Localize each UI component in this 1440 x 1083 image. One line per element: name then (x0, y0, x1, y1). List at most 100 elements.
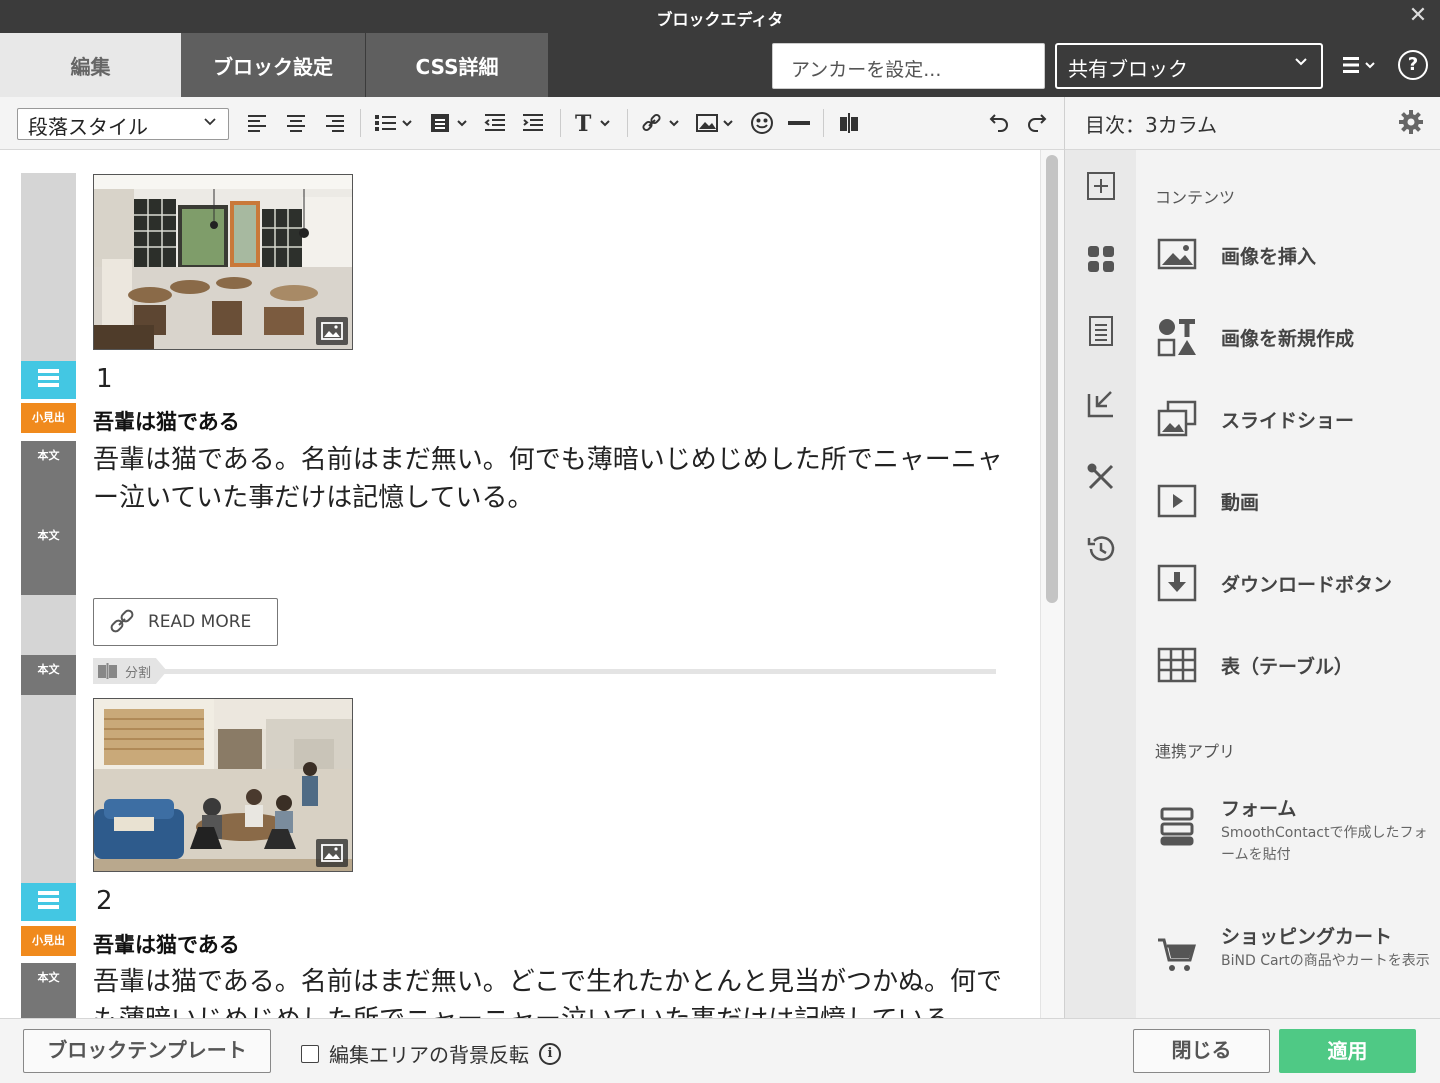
horizontal-rule-icon[interactable] (785, 109, 813, 137)
sidebar-item-form[interactable]: フォーム SmoothContactで作成したフォームを貼付 (1156, 792, 1436, 872)
living-room-photo[interactable] (93, 698, 353, 872)
block-gutter-image[interactable] (21, 695, 76, 883)
link-icon (110, 609, 134, 633)
block-gutter-button[interactable] (21, 595, 76, 655)
tag-honbun: 本文 (37, 449, 60, 462)
block-gutter-list[interactable] (21, 883, 76, 921)
anchor-button[interactable]: アンカーを設定... (772, 43, 1045, 89)
bullet-list-icon[interactable] (373, 109, 417, 137)
hamburger-icon (1343, 57, 1375, 73)
sidebar-item-label: 動画 (1221, 492, 1260, 514)
chevron-down-icon (1293, 53, 1309, 73)
tab-block-settings[interactable]: ブロック設定 (181, 33, 365, 97)
cart-icon (1156, 934, 1198, 976)
align-center-icon[interactable] (282, 109, 310, 137)
shapes-icon (1156, 316, 1198, 358)
tag-honbun[interactable]: 本文 (21, 655, 76, 695)
block-number[interactable]: 1 (96, 364, 113, 394)
menu-button[interactable] (1336, 47, 1384, 83)
align-left-icon[interactable] (243, 109, 271, 137)
slideshow-icon (1156, 398, 1198, 440)
parts-grid-icon[interactable] (1085, 243, 1117, 275)
align-right-icon[interactable] (321, 109, 349, 137)
shared-block-select[interactable]: 共有ブロック (1055, 43, 1323, 89)
block-format-icon[interactable] (428, 109, 472, 137)
history-icon[interactable] (1085, 533, 1117, 565)
help-icon[interactable]: ? (1398, 50, 1428, 80)
read-more-button[interactable]: READ MORE (93, 598, 278, 646)
tab-css-detail[interactable]: CSS詳細 (366, 33, 548, 97)
paragraph-style-select[interactable]: 段落スタイル (17, 108, 229, 140)
indent-icon[interactable] (520, 109, 546, 137)
sidebar-panel: コンテンツ 画像を挿入 画像を新規作成 スライドショー 動画 ダウンロードボタン (1136, 150, 1440, 1018)
block-gutter-image[interactable] (21, 173, 76, 361)
apply-button[interactable]: 適用 (1279, 1029, 1416, 1073)
block-body-text[interactable]: 吾輩は猫である。名前はまだ無い。どこで生れたかとんと見当がつかぬ。何でも薄暗いじ… (93, 963, 1023, 1018)
block-template-button[interactable]: ブロックテンプレート (23, 1029, 271, 1073)
block-gutter-body[interactable]: 本文 本文 (21, 441, 76, 595)
sidebar-item-label: ダウンロードボタン (1221, 574, 1393, 596)
text-style-icon[interactable]: T (573, 109, 617, 137)
add-block-icon[interactable] (1085, 170, 1117, 202)
title-bar: ブロックエディタ ✕ (0, 0, 1440, 33)
tab-edit[interactable]: 編集 (0, 33, 181, 97)
image-edit-icon[interactable] (316, 317, 348, 345)
tag-honbun: 本文 (37, 529, 60, 542)
block-heading[interactable]: 吾輩は猫である (93, 406, 240, 436)
block-body-text[interactable]: 吾輩は猫である。名前はまだ無い。何でも薄暗いじめじめした所でニャーニャー泣いてい… (93, 441, 1023, 517)
scrollbar-thumb[interactable] (1046, 155, 1058, 603)
image-icon[interactable] (694, 109, 738, 137)
split-divider-line (158, 669, 996, 674)
close-icon[interactable]: ✕ (1406, 4, 1430, 28)
tag-midashi[interactable]: 小見出 (21, 926, 76, 956)
paragraph-style-value: 段落スタイル (28, 115, 148, 139)
page-icon[interactable] (1085, 315, 1117, 347)
split-column-icon[interactable] (835, 109, 863, 137)
read-more-label: READ MORE (148, 612, 252, 632)
sidebar-item-label: 表（テーブル） (1221, 656, 1353, 678)
redo-icon[interactable] (1024, 109, 1052, 137)
toolbar-divider (627, 109, 628, 137)
editor-area[interactable]: 小見出 本文 本文 本文 1 吾輩は猫である 吾輩は猫である。名前はまだ無い。何… (0, 150, 1064, 1018)
split-column-icon (98, 663, 117, 679)
invert-background-option[interactable]: 編集エリアの背景反転 i (301, 1039, 561, 1068)
sidebar-item-label: フォーム (1221, 798, 1297, 820)
link-icon[interactable] (640, 109, 684, 137)
sidebar-item-label: 画像を新規作成 (1221, 328, 1355, 350)
import-icon[interactable] (1085, 388, 1117, 420)
window-title: ブロックエディタ (656, 10, 784, 29)
emoji-icon[interactable] (748, 109, 776, 137)
svg-text:T: T (575, 111, 592, 135)
outdent-icon[interactable] (482, 109, 508, 137)
invert-background-checkbox[interactable] (301, 1044, 319, 1063)
section-title-apps: 連携アプリ (1155, 742, 1236, 761)
info-icon[interactable]: i (539, 1042, 561, 1065)
video-icon (1156, 480, 1198, 522)
block-gutter-list[interactable] (21, 361, 76, 399)
cafe-photo[interactable] (93, 174, 353, 350)
chevron-down-icon (202, 113, 218, 133)
gear-icon[interactable] (1398, 109, 1424, 135)
editor-toolbar: 段落スタイル T (0, 97, 1064, 150)
split-tag[interactable]: 分割 (93, 658, 167, 684)
sidebar-item-label: 画像を挿入 (1221, 246, 1317, 268)
undo-icon[interactable] (984, 109, 1012, 137)
tools-icon[interactable] (1085, 461, 1117, 493)
sidebar-item-label: スライドショー (1221, 410, 1355, 432)
close-button[interactable]: 閉じる (1133, 1029, 1270, 1073)
footer-bar: ブロックテンプレート 編集エリアの背景反転 i 閉じる 適用 (0, 1018, 1440, 1083)
tag-midashi[interactable]: 小見出 (21, 403, 76, 433)
split-label: 分割 (125, 665, 152, 681)
table-icon (1156, 644, 1198, 686)
block-number[interactable]: 2 (96, 886, 113, 916)
shared-block-value: 共有ブロック (1068, 57, 1188, 81)
image-edit-icon[interactable] (316, 839, 348, 867)
download-icon (1156, 562, 1198, 604)
form-icon (1156, 806, 1198, 848)
section-title-contents: コンテンツ (1155, 188, 1236, 207)
sidebar-item-label: ショッピングカート (1221, 926, 1393, 948)
block-heading[interactable]: 吾輩は猫である (93, 929, 240, 959)
tab-bar: 編集 ブロック設定 CSS詳細 アンカーを設定... 共有ブロック ? (0, 33, 1440, 97)
tag-honbun[interactable]: 本文 (21, 963, 76, 1018)
sidebar-item-shopping-cart[interactable]: ショッピングカート BiND Cartの商品やカートを表示 (1156, 920, 1436, 1000)
